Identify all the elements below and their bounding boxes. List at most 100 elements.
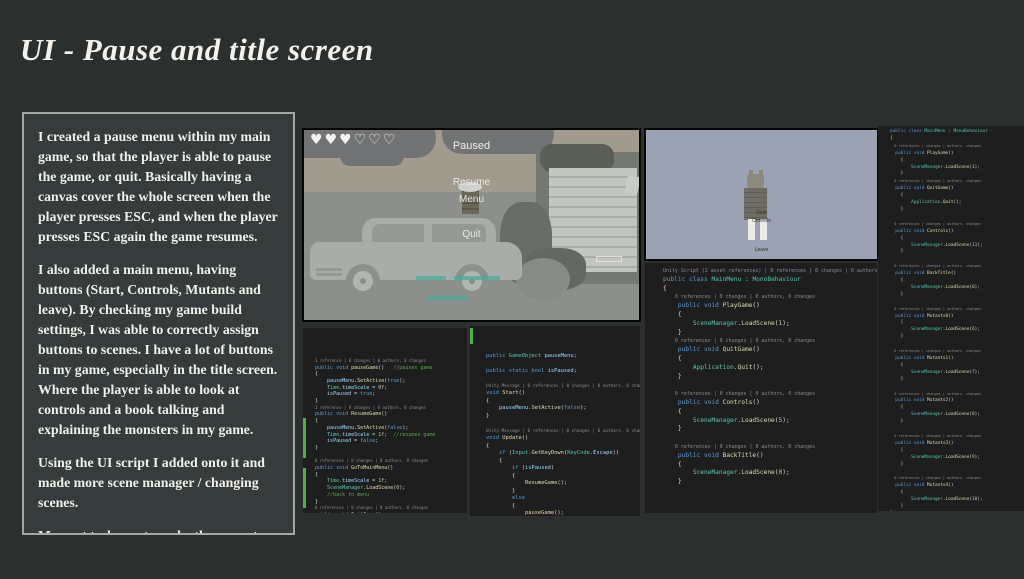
code-line: public void QuitGame() [895,186,954,192]
code-line: void Update() [486,435,529,441]
debug-text-bar [428,296,468,300]
code-line: SceneManager.LoadScene(0); [911,284,980,290]
code-line: isPaused = false; [327,438,379,445]
code-line: public void BackTitle() [895,271,957,277]
code-line: { [315,371,319,378]
code-line: public void GoToMainMenu() [315,465,394,472]
code-line: { [663,354,682,362]
controls-button[interactable]: Controls [646,218,877,224]
code-line: if (isPaused) [511,465,555,471]
code-line: public void PlayGame() [895,150,954,156]
quit-button[interactable]: Quit [304,229,639,240]
code-line: 0 references | changes | authors, change… [890,264,982,269]
code-pause-methods: 1 reference | 0 changes | 0 authors, 0 c… [303,328,467,513]
code-line: { [890,235,904,241]
notes-paragraph: I also added a main menu, having buttons… [38,262,278,437]
code-line: { [486,502,516,509]
code-line: { [486,397,490,404]
code-line: } [486,412,490,419]
code-line: public void QuitGame() [677,346,760,354]
code-line: 0 references | 0 changes | 0 authors, 0 … [663,294,816,301]
code-line: SceneManager.LoadScene(1); [911,164,980,170]
code-line: 0 references | 0 changes | 0 authors, 0 … [663,443,816,450]
code-mainmenu-column: public class MainMenu : MonoBehaviour { 0… [878,126,1024,511]
code-line: { [890,362,904,368]
page: UI - Pause and title screen I created a … [0,0,1024,579]
code-line: public void Mutants4() [895,483,954,489]
code-line: Application.Quit(); [911,200,962,206]
code-line: SceneManager.LoadScene(1); [692,319,790,327]
code-line: } [890,171,904,177]
paused-label: Paused [452,140,491,152]
code-line: } [890,504,904,510]
menu-button[interactable]: Menu [304,194,639,205]
code-line: SceneManager.LoadScene(5); [692,416,790,424]
code-line: SceneManager.LoadScene(0); [692,469,790,477]
code-line: 0 references | 0 changes | 0 authors, 0 … [315,505,429,511]
code-line: public void Mutants3() [895,440,954,446]
code-line: 0 references | changes | authors, change… [890,143,982,148]
resume-button[interactable]: Resume [304,177,639,188]
notes-paragraph: My next task was to make these empty sce… [38,526,279,533]
code-line: 0 references | changes | authors, change… [890,306,982,311]
modified-lines-bar [303,468,306,508]
code-line: //back to menu [327,491,370,498]
code-line: } [890,249,904,255]
code-line: public void Mutants0() [895,313,954,319]
code-line: 0 references | changes | authors, change… [890,433,982,438]
code-line: 0 references | 0 changes | 0 authors, 0 … [663,391,816,398]
notes-panel: I created a pause menu within my main ga… [22,112,295,535]
code-line: public void ResumeGame() [315,411,388,418]
start-button[interactable]: Start [646,210,877,216]
code-line: public void Controls() [895,228,954,234]
code-line: Unity Message | 0 references | 0 changes… [486,428,640,434]
code-mainmenu-large: Unity Script (2 asset references) | 0 re… [645,263,877,513]
code-line: { [663,460,682,468]
code-line: void Start() [486,390,525,396]
code-line: } [890,334,904,340]
pause-screenshot: ♥♥♥♡♡♡ Paused Resume Menu Quit [302,128,641,322]
page-title: UI - Pause and title screen [20,32,374,67]
code-line: pauseMenu.SetActive(true); [327,377,406,384]
leave-button[interactable]: Leave [646,247,877,253]
debug-text-bar [416,276,446,280]
code-line: } [663,372,682,380]
code-line: } [486,487,516,494]
code-line: 0 references | 0 changes | 0 authors, 0 … [315,458,429,464]
code-line: SceneManager.LoadScene(10); [911,497,983,503]
code-line: { [663,407,682,415]
code-line: 0 references | 0 changes | 0 authors, 0 … [663,338,816,345]
code-line: SceneManager.LoadScene(9); [911,454,980,460]
code-line: public class MainMenu : MonoBehaviour [890,129,988,134]
code-line: { [486,472,516,479]
code-line: SceneManager.LoadScene(0); [327,485,406,492]
title-screenshot: Start Controls Leave [644,128,879,261]
code-line: pauseMenu.SetActive(false); [498,405,587,411]
notes-paragraph: I created a pause menu within my main ga… [38,129,278,244]
code-line: { [890,278,904,284]
code-line: public class MainMenu : MonoBehaviour [663,275,801,283]
code-line: SceneManager.LoadScene(8); [911,412,980,418]
code-line: else [511,495,525,501]
code-line: Time.timeScale = 1f; [327,478,388,485]
code-line: pauseMenu.SetActive(false); [327,424,409,431]
code-pause-fields: public GameObject pauseMenu; public stat… [470,326,640,516]
code-line: } [890,376,904,382]
code-line: } [663,425,682,433]
code-line: 0 references | changes | authors, change… [890,221,982,226]
code-line: { [315,471,319,478]
code-line: Time.timeScale = 0f; [327,384,388,391]
code-line: if (Input.GetKeyDown(KeyCode.Escape)) [498,450,620,456]
code-line: public GameObject pauseMenu; [486,352,577,359]
code-line: public void QuitGame() [315,512,467,513]
